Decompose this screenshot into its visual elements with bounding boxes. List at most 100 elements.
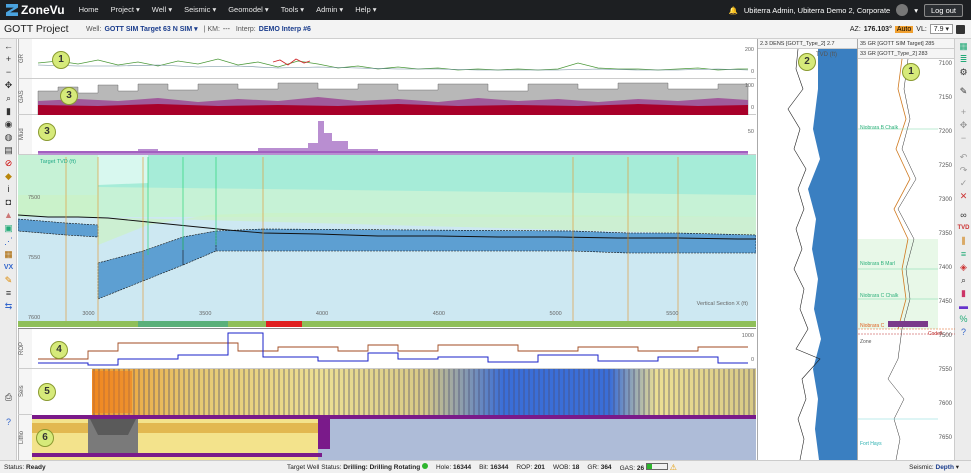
move-icon[interactable]: ✥ [2, 80, 15, 91]
wells-icon[interactable]: ⫼ [957, 236, 970, 247]
project-bar: GOTT Project Well: GOTT SIM Target 63 N … [0, 20, 971, 39]
well-selector[interactable]: GOTT SIM Target 63 N SIM ▾ [104, 25, 197, 33]
pencil-icon[interactable]: ✎ [2, 275, 15, 286]
3d-icon[interactable]: ◍ [2, 132, 15, 143]
target-icon[interactable]: ◉ [2, 119, 15, 130]
seismic-mode[interactable]: Seismic: Depth ▾ [909, 463, 959, 471]
nav-geomodel[interactable]: Geomodel ▾ [222, 0, 274, 20]
info-icon[interactable]: i [2, 184, 15, 195]
edit-icon[interactable]: ✎ [957, 86, 970, 97]
nav-tools[interactable]: Tools ▾ [275, 0, 310, 20]
arrows-icon[interactable]: ⇆ [2, 301, 15, 312]
gr-panel[interactable]: 35 GR [GOTT SIM Target] 285 33 GR [GOTT_… [857, 39, 955, 460]
km-value[interactable]: --- [223, 26, 230, 33]
nav-well[interactable]: Well ▾ [146, 0, 178, 20]
rop-readout: ROP: 201 [516, 464, 545, 471]
cube-icon[interactable]: ◆ [2, 171, 15, 182]
nav-seismic[interactable]: Seismic ▾ [178, 0, 222, 20]
ruler-icon[interactable]: ▮ [2, 106, 15, 117]
depth-tick-label: 7350 [938, 231, 952, 237]
depth-tick-label: 7450 [938, 299, 952, 305]
app-root: ZoneVu Home Project ▾ Well ▾ Seismic ▾ G… [0, 0, 971, 473]
gas-strip[interactable]: GAS 100 0 3 [18, 79, 756, 115]
vs-tick-label: 3500 [199, 311, 212, 317]
lock-icon[interactable] [956, 24, 965, 34]
magnify-icon[interactable]: ⌕ [957, 275, 970, 286]
tvd-icon[interactable]: TVD [957, 223, 970, 234]
grid-icon[interactable]: ▦ [2, 249, 15, 260]
camera-icon[interactable]: ◘ [2, 197, 15, 208]
vs-tick-label: 5500 [666, 311, 679, 317]
az-value[interactable]: 176.103° [864, 26, 892, 33]
list-icon[interactable]: ≡ [2, 288, 15, 299]
redo-icon[interactable]: ↷ [957, 165, 970, 176]
gr-range-left: 35 [860, 41, 867, 47]
logo-text: ZoneVu [21, 3, 65, 17]
nav-project[interactable]: Project ▾ [105, 0, 146, 20]
gr-strip[interactable]: GR 200 0 1 [18, 39, 756, 79]
gr-trace-target [37, 58, 748, 71]
nav-admin[interactable]: Admin ▾ [310, 0, 349, 20]
zoom-window-icon[interactable]: ⌕ [2, 93, 15, 104]
density-panel[interactable]: 2.3 DENS [GOTT_Type_2] 2.7 TVD (ft) 2 [757, 39, 858, 460]
stack-icon[interactable]: ≣ [957, 54, 970, 65]
marker-3b: 3 [38, 123, 56, 141]
litho-strip[interactable]: Litho 6 [18, 415, 756, 460]
rop-strip[interactable]: ROP 1000 0 4 [18, 329, 756, 369]
vl-select[interactable]: 7.9 ▾ [929, 24, 953, 34]
well-value: GOTT SIM Target 63 N SIM [104, 26, 193, 33]
vs-tick-label: 4500 [432, 311, 445, 317]
marker-3a: 3 [60, 87, 78, 105]
mud-strip[interactable]: Mud 50 3 [18, 115, 756, 155]
panel-toggle-icon[interactable]: ▦ [957, 41, 970, 52]
main-panel: GR 200 0 1 GAS 100 0 3 Mud 50 3 Target T… [18, 39, 756, 460]
auto-toggle[interactable]: Auto [894, 25, 914, 33]
points-icon[interactable]: ⋰ [2, 236, 15, 247]
tvd-tick-7550: 7550 [28, 255, 41, 261]
nav-home[interactable]: Home [73, 0, 105, 20]
seismic-strip[interactable]: Seis 5 [18, 369, 756, 415]
warning-icon[interactable]: ⚠ [670, 463, 677, 472]
no-entry-icon[interactable]: ⊘ [2, 158, 15, 169]
undo-icon[interactable]: ↶ [957, 152, 970, 163]
seismic-orange-zone [92, 371, 132, 413]
check-icon[interactable]: ✓ [957, 178, 970, 189]
print-icon[interactable]: ⎙ [2, 392, 15, 403]
sections-icon[interactable]: ≡ [957, 249, 970, 260]
zoom-out-icon[interactable]: − [2, 67, 15, 78]
link-icon[interactable]: ∞ [957, 210, 970, 221]
percent-icon[interactable]: % [957, 314, 970, 325]
move2-icon[interactable]: ✥ [957, 120, 970, 131]
alert-bell-icon[interactable]: 🔔 [729, 6, 738, 15]
cross-section[interactable]: Target TVD (ft) 7500 7550 7600 3000 3500 4… [18, 155, 756, 329]
avatar-chevron-icon[interactable]: ▾ [914, 6, 918, 15]
vs-tick-label: 3000 [82, 311, 95, 317]
logout-button[interactable]: Log out [923, 3, 963, 17]
avatar-icon[interactable] [896, 4, 909, 16]
gr-range-right: 285 [925, 41, 935, 47]
app-logo[interactable]: ZoneVu [0, 0, 73, 20]
minus-icon[interactable]: − [957, 133, 970, 144]
interp-selector[interactable]: DEMO Interp #6 [259, 26, 311, 33]
well-icon[interactable]: ▣ [2, 223, 15, 234]
settings-icon[interactable]: ⚙ [957, 67, 970, 78]
arrow-left-icon[interactable]: ← [2, 41, 15, 52]
palette-icon[interactable]: ▮ [957, 288, 970, 299]
plus-icon[interactable]: + [957, 107, 970, 118]
tgt-status: Target Well Status: Drilling: Drilling R… [287, 463, 428, 471]
nav-geomodel-label: Geomodel [228, 5, 263, 14]
vx-icon[interactable]: VX [2, 262, 15, 273]
map-icon[interactable]: ◈ [957, 262, 970, 273]
layers-icon[interactable]: ▤ [2, 145, 15, 156]
chart-icon[interactable]: ▲ [2, 210, 15, 221]
nav-tools-label: Tools [280, 5, 299, 14]
color-scale-icon[interactable]: ▬ [957, 301, 970, 312]
close-icon[interactable]: ✕ [957, 191, 970, 202]
help2-icon[interactable]: ? [957, 327, 970, 338]
drilling-status-icon [421, 463, 428, 469]
zoom-in-icon[interactable]: + [2, 54, 15, 65]
help-icon[interactable]: ? [2, 417, 15, 428]
marker-1b: 1 [902, 63, 920, 81]
seismic-texture [92, 369, 756, 415]
nav-help[interactable]: Help ▾ [349, 0, 382, 20]
